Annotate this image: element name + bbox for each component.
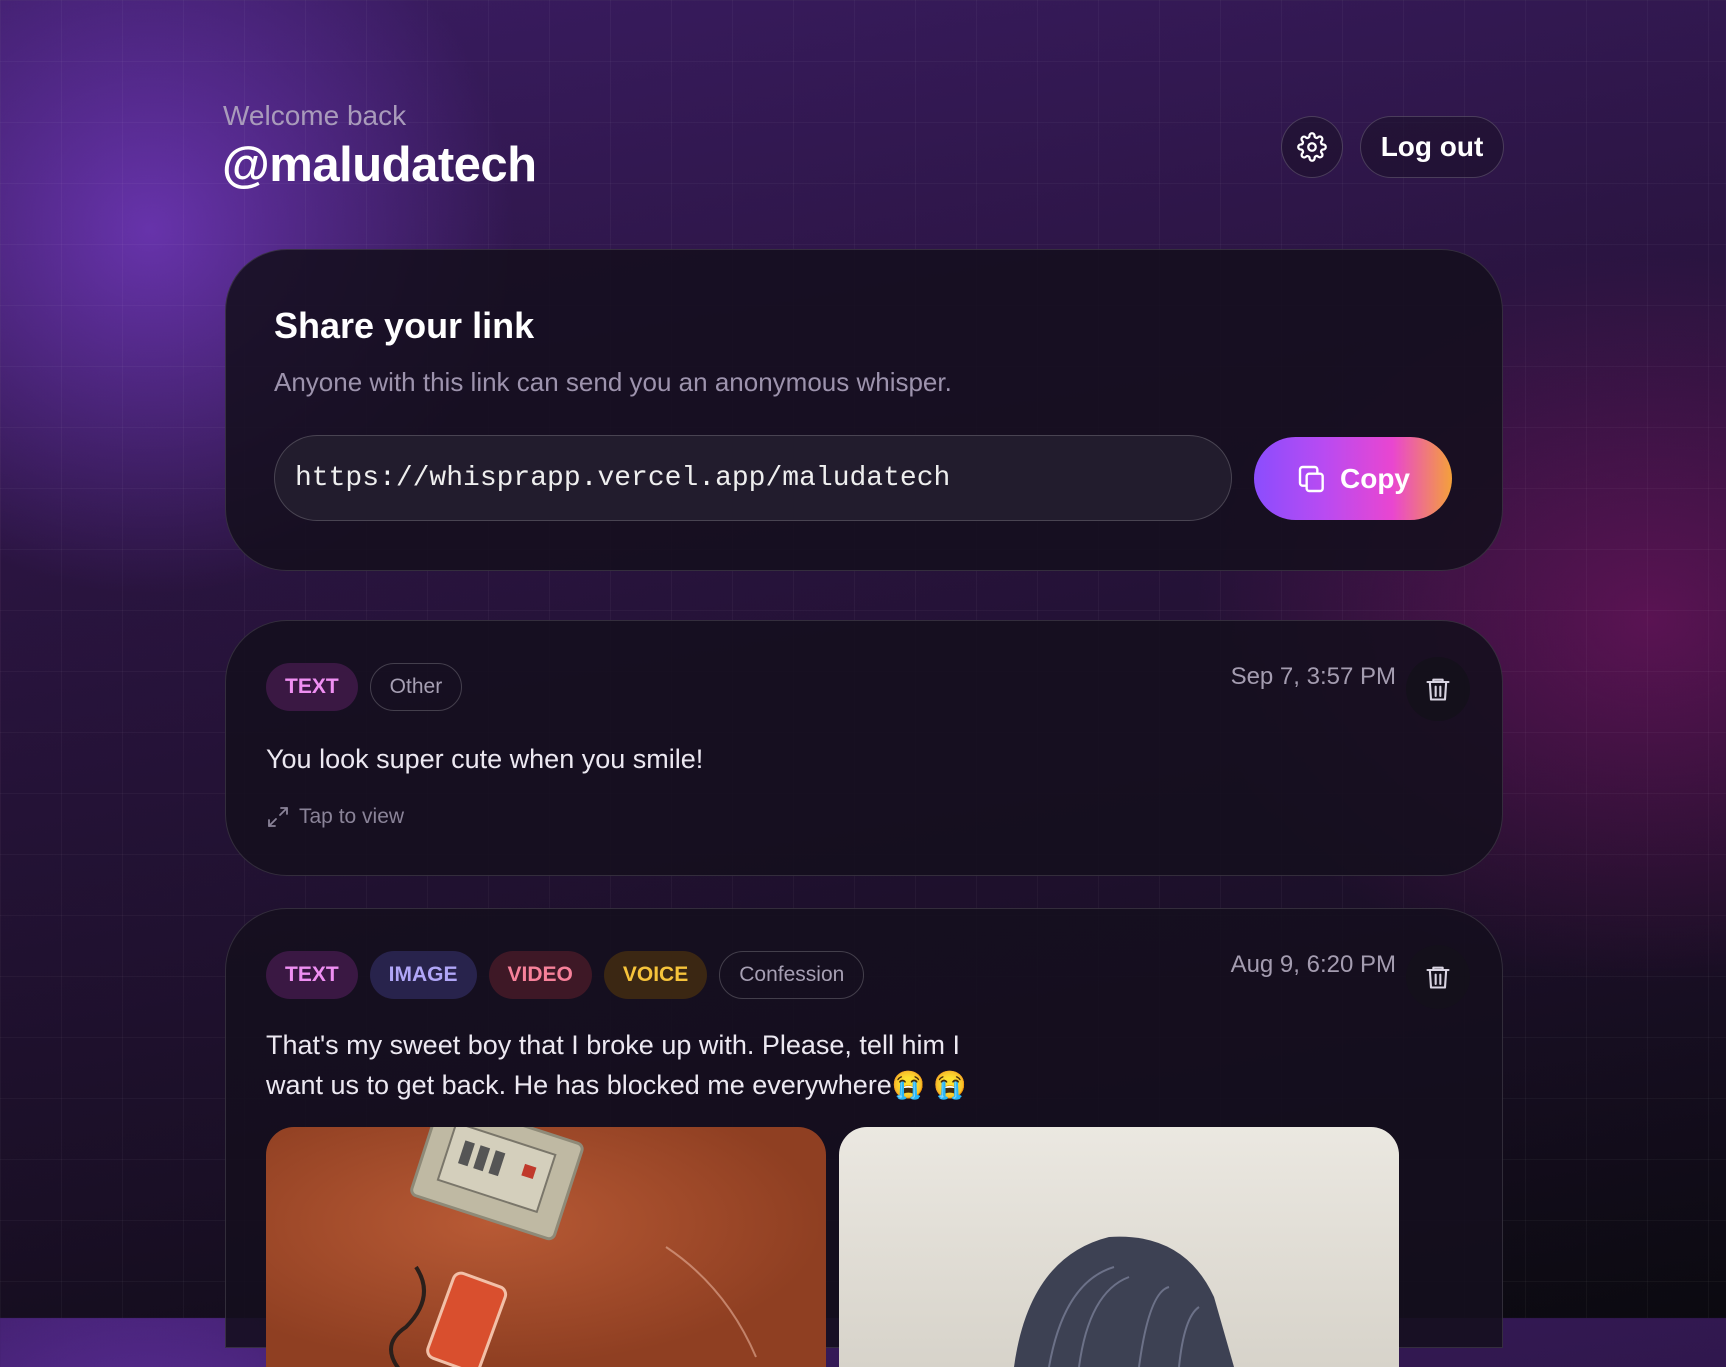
- hoodie-photo: [1014, 1236, 1234, 1367]
- message-line-2: want us to get back. He has blocked me e…: [266, 1070, 892, 1100]
- dashboard: Welcome back @maludatech Log out Share y…: [0, 0, 1726, 1367]
- message-card[interactable]: TEXT Other Sep 7, 3:57 PM You look super…: [225, 620, 1503, 876]
- logout-button[interactable]: Log out: [1360, 116, 1504, 178]
- message-timestamp: Aug 9, 6:20 PM: [1230, 951, 1396, 978]
- tag-category: Other: [369, 663, 463, 711]
- message-card[interactable]: TEXT IMAGE VIDEO VOICE Confession Aug 9,…: [225, 908, 1503, 1367]
- message-line-2-wrap: want us to get back. He has blocked me e…: [266, 1065, 1086, 1105]
- tag-category: Confession: [719, 951, 865, 999]
- delete-button[interactable]: [1406, 657, 1470, 721]
- copy-label: Copy: [1340, 462, 1410, 494]
- share-link-input[interactable]: [274, 435, 1232, 521]
- settings-button[interactable]: [1281, 116, 1343, 178]
- tag-image: IMAGE: [369, 951, 477, 999]
- share-link-card: Share your link Anyone with this link ca…: [225, 249, 1503, 571]
- trash-icon: [1426, 678, 1450, 701]
- tag-text: TEXT: [266, 663, 358, 711]
- welcome-text: Welcome back: [223, 100, 407, 131]
- gear-icon: [1297, 132, 1327, 162]
- copy-button[interactable]: Copy: [1254, 437, 1452, 520]
- crying-emoji: 😭 😭: [891, 1070, 967, 1100]
- delete-button[interactable]: [1406, 945, 1470, 1009]
- tag-video: VIDEO: [488, 951, 592, 999]
- message-line-1: That's my sweet boy that I broke up with…: [266, 1030, 960, 1060]
- tag-text: TEXT: [266, 951, 358, 999]
- message-timestamp: Sep 7, 3:57 PM: [1230, 663, 1396, 690]
- attachment-image[interactable]: [266, 1127, 826, 1367]
- trash-icon: [1426, 966, 1450, 989]
- attachment-image[interactable]: [839, 1127, 1399, 1367]
- fusebox-photo: [389, 1127, 757, 1367]
- expand-icon: [268, 807, 288, 827]
- tag-voice: VOICE: [603, 951, 708, 999]
- copy-icon: [1298, 465, 1324, 492]
- tap-label: Tap to view: [299, 805, 405, 828]
- message-tags: TEXT IMAGE VIDEO VOICE Confession: [266, 951, 865, 999]
- share-title: Share your link: [274, 305, 535, 346]
- message-text: That's my sweet boy that I broke up with…: [266, 1025, 1086, 1105]
- tap-to-view[interactable]: Tap to view: [266, 805, 404, 829]
- message-tags: TEXT Other: [266, 663, 463, 711]
- username-heading: @maludatech: [222, 138, 537, 192]
- share-subtitle: Anyone with this link can send you an an…: [274, 367, 952, 397]
- message-text: You look super cute when you smile!: [266, 744, 704, 774]
